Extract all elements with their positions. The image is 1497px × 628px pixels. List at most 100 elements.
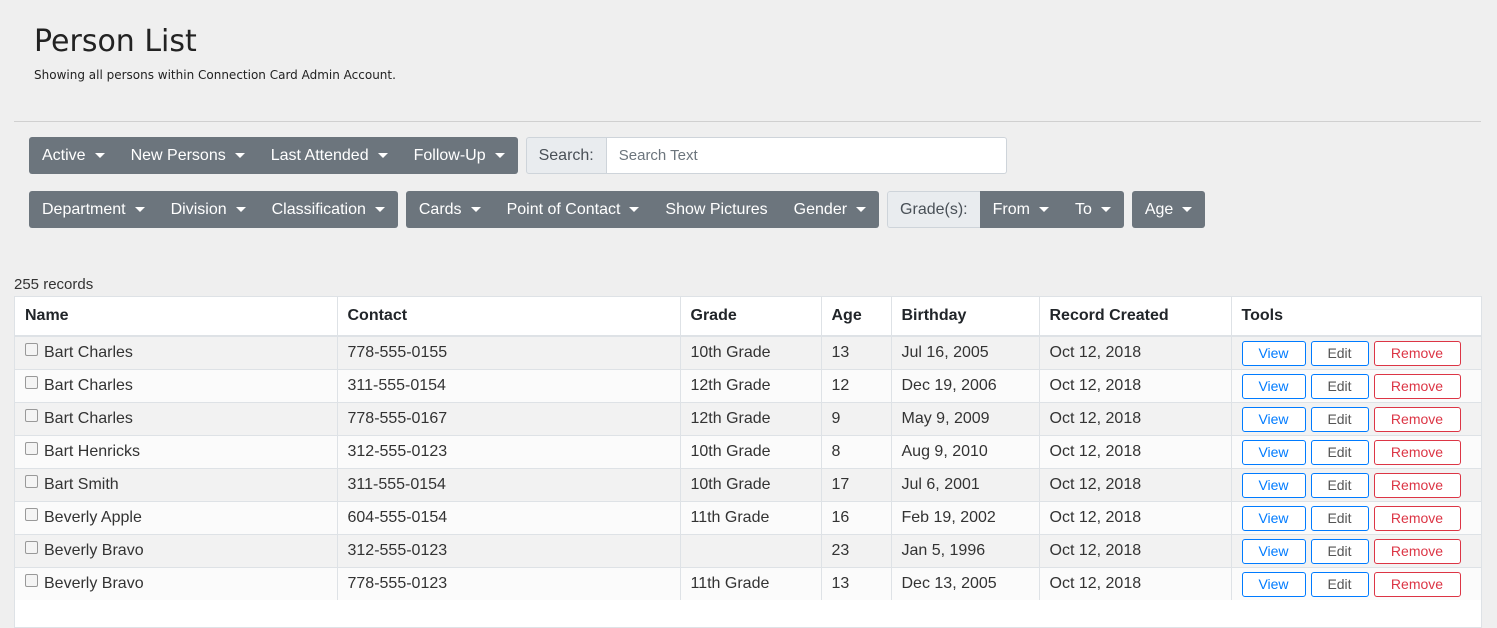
edit-button[interactable]: Edit bbox=[1310, 439, 1369, 465]
person-name[interactable]: Bart Smith bbox=[44, 476, 119, 493]
person-name[interactable]: Bart Charles bbox=[44, 344, 133, 361]
cell-tools: View Edit Remove bbox=[1231, 567, 1481, 600]
age-dropdown[interactable]: Age bbox=[1132, 191, 1205, 228]
table-row: Beverly Apple 604-555-0154 11th Grade 16 Feb… bbox=[15, 501, 1481, 535]
row-checkbox[interactable] bbox=[25, 508, 38, 522]
caret-down-icon bbox=[377, 153, 388, 158]
page-title: Person List bbox=[34, 24, 197, 59]
edit-button[interactable]: Edit bbox=[1310, 340, 1369, 366]
active-dropdown[interactable]: Active bbox=[29, 137, 118, 174]
col-header-age[interactable]: Age bbox=[821, 297, 892, 337]
cell-contact: 312-555-0123 bbox=[337, 534, 681, 568]
cell-record-created: Oct 12, 2018 bbox=[1039, 335, 1232, 370]
row-checkbox[interactable] bbox=[25, 475, 38, 489]
row-checkbox[interactable] bbox=[25, 442, 38, 456]
remove-button[interactable]: Remove bbox=[1373, 472, 1461, 498]
page-subtitle: Showing all persons within Connection Ca… bbox=[34, 68, 396, 82]
edit-button[interactable]: Edit bbox=[1310, 505, 1369, 531]
classification-dropdown[interactable]: Classification bbox=[259, 191, 398, 228]
person-name[interactable]: Beverly Apple bbox=[44, 509, 142, 526]
table-row: Bart Smith 311-555-0154 10th Grade 17 Jul 6,… bbox=[15, 468, 1481, 502]
row-checkbox[interactable] bbox=[25, 541, 38, 555]
records-count: 255 records bbox=[14, 276, 94, 293]
cell-tools: View Edit Remove bbox=[1231, 534, 1481, 568]
point-of-contact-dropdown[interactable]: Point of Contact bbox=[494, 191, 653, 228]
display-filter-group: Cards Point of Contact Show Pictures Gen… bbox=[405, 191, 880, 228]
table-row: Bart Charles 778-555-0155 10th Grade 13 Jul … bbox=[15, 335, 1481, 370]
follow-up-dropdown[interactable]: Follow-Up bbox=[401, 137, 518, 174]
grades-label: Grade(s): bbox=[887, 191, 980, 228]
last-attended-dropdown[interactable]: Last Attended bbox=[258, 137, 401, 174]
col-header-grade[interactable]: Grade bbox=[680, 297, 822, 337]
view-button[interactable]: View bbox=[1241, 505, 1306, 531]
caret-down-icon bbox=[470, 207, 481, 212]
cell-grade: 12th Grade bbox=[680, 402, 822, 436]
view-button[interactable]: View bbox=[1241, 373, 1306, 399]
col-header-name[interactable]: Name bbox=[15, 297, 338, 337]
row-checkbox[interactable] bbox=[25, 343, 38, 357]
remove-button[interactable]: Remove bbox=[1373, 538, 1461, 564]
row-checkbox[interactable] bbox=[25, 574, 38, 588]
new-persons-dropdown[interactable]: New Persons bbox=[118, 137, 258, 174]
remove-button[interactable]: Remove bbox=[1373, 571, 1461, 597]
cell-grade: 12th Grade bbox=[680, 369, 822, 403]
person-table-container: Name Contact Grade Age Birthday Record C… bbox=[14, 296, 1482, 628]
caret-down-icon bbox=[629, 207, 640, 212]
col-header-contact[interactable]: Contact bbox=[337, 297, 681, 337]
cell-tools: View Edit Remove bbox=[1231, 435, 1481, 469]
remove-button[interactable]: Remove bbox=[1373, 505, 1461, 531]
view-button[interactable]: View bbox=[1241, 406, 1306, 432]
gender-dropdown[interactable]: Gender bbox=[781, 191, 879, 228]
cell-record-created: Oct 12, 2018 bbox=[1039, 501, 1232, 535]
cell-name: Bart Smith bbox=[15, 468, 338, 502]
cell-age: 16 bbox=[821, 501, 892, 535]
age-filter-group: Age bbox=[1131, 191, 1206, 228]
view-button[interactable]: View bbox=[1241, 571, 1306, 597]
caret-down-icon bbox=[494, 153, 505, 158]
view-button[interactable]: View bbox=[1241, 472, 1306, 498]
row-checkbox[interactable] bbox=[25, 376, 38, 390]
grade-from-dropdown[interactable]: From bbox=[980, 191, 1062, 228]
search-input[interactable] bbox=[606, 137, 1007, 174]
person-name[interactable]: Bart Henricks bbox=[44, 443, 140, 460]
search-label: Search: bbox=[525, 137, 607, 174]
person-table: Name Contact Grade Age Birthday Record C… bbox=[15, 297, 1481, 600]
cell-record-created: Oct 12, 2018 bbox=[1039, 435, 1232, 469]
person-name[interactable]: Beverly Bravo bbox=[44, 542, 144, 559]
view-button[interactable]: View bbox=[1241, 538, 1306, 564]
remove-button[interactable]: Remove bbox=[1373, 373, 1461, 399]
edit-button[interactable]: Edit bbox=[1310, 406, 1369, 432]
col-header-birthday[interactable]: Birthday bbox=[891, 297, 1040, 337]
caret-down-icon bbox=[374, 207, 385, 212]
person-name[interactable]: Bart Charles bbox=[44, 377, 133, 394]
remove-button[interactable]: Remove bbox=[1373, 340, 1461, 366]
cell-grade: 11th Grade bbox=[680, 567, 822, 600]
search-group: Search: bbox=[525, 137, 1007, 174]
row-checkbox[interactable] bbox=[25, 409, 38, 423]
remove-button[interactable]: Remove bbox=[1373, 439, 1461, 465]
view-button[interactable]: View bbox=[1241, 439, 1306, 465]
cell-contact: 778-555-0123 bbox=[337, 567, 681, 600]
cell-name: Beverly Bravo bbox=[15, 567, 338, 600]
edit-button[interactable]: Edit bbox=[1310, 538, 1369, 564]
person-name[interactable]: Bart Charles bbox=[44, 410, 133, 427]
edit-button[interactable]: Edit bbox=[1310, 472, 1369, 498]
cell-name: Bart Charles bbox=[15, 369, 338, 403]
remove-button[interactable]: Remove bbox=[1373, 406, 1461, 432]
division-dropdown[interactable]: Division bbox=[158, 191, 259, 228]
person-name[interactable]: Beverly Bravo bbox=[44, 575, 144, 592]
edit-button[interactable]: Edit bbox=[1310, 571, 1369, 597]
cell-contact: 778-555-0155 bbox=[337, 335, 681, 370]
filter-row-1: Active New Persons Last Attended Follow-… bbox=[29, 137, 1007, 174]
cards-dropdown[interactable]: Cards bbox=[406, 191, 494, 228]
page-header: Person List Showing all persons within C… bbox=[34, 24, 396, 82]
grade-to-dropdown[interactable]: To bbox=[1062, 191, 1124, 228]
view-button[interactable]: View bbox=[1241, 340, 1306, 366]
edit-button[interactable]: Edit bbox=[1310, 373, 1369, 399]
cell-tools: View Edit Remove bbox=[1231, 369, 1481, 403]
cell-grade: 10th Grade bbox=[680, 435, 822, 469]
show-pictures-button[interactable]: Show Pictures bbox=[652, 191, 780, 228]
department-dropdown[interactable]: Department bbox=[29, 191, 158, 228]
table-row: Bart Charles 311-555-0154 12th Grade 12 Dec … bbox=[15, 369, 1481, 403]
col-header-record-created[interactable]: Record Created bbox=[1039, 297, 1232, 337]
